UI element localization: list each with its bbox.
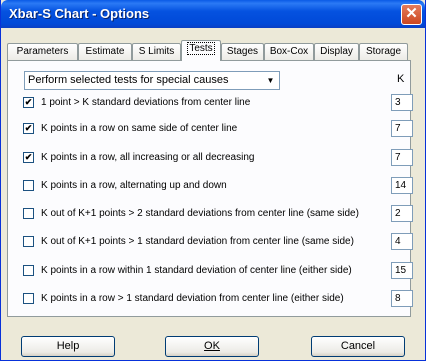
tab-tests[interactable]: Tests [181,40,221,61]
help-button[interactable]: Help [21,336,115,357]
test-row: K points in a row within 1 standard devi… [23,262,415,281]
close-icon: ✕ [405,5,418,22]
test-row: K out of K+1 points > 2 standard deviati… [23,205,415,224]
test-label[interactable]: K points in a row, alternating up and do… [41,180,227,191]
k-value-input[interactable]: 4 [391,233,413,250]
k-value-input[interactable]: 3 [391,94,413,111]
test-checkbox[interactable] [23,293,34,304]
tab-storage[interactable]: Storage [359,43,408,60]
title-bar[interactable]: Xbar-S Chart - Options ✕ [1,0,425,28]
tab-stages[interactable]: Stages [221,43,264,60]
test-checkbox[interactable] [23,180,34,191]
close-button[interactable]: ✕ [401,4,422,25]
tab-parameters[interactable]: Parameters [7,43,78,60]
test-row: K points in a row on same side of center… [23,120,415,139]
window-title: Xbar-S Chart - Options [9,6,150,21]
test-row: K points in a row, all increasing or all… [23,149,415,168]
test-label[interactable]: K points in a row, all increasing or all… [41,152,254,163]
test-checkbox[interactable] [23,97,34,108]
test-mode-value: Perform selected tests for special cause… [28,74,229,86]
chevron-down-icon: ▼ [266,76,275,85]
test-mode-select[interactable]: Perform selected tests for special cause… [24,71,280,90]
test-row: K out of K+1 points > 1 standard deviati… [23,233,415,252]
tab-estimate[interactable]: Estimate [78,43,132,60]
k-value-input[interactable]: 7 [391,149,413,166]
test-checkbox[interactable] [23,208,34,219]
test-row: 1 point > K standard deviations from cen… [23,94,415,113]
ok-button[interactable]: OK [165,336,259,357]
k-column-header: K [397,73,405,85]
test-checkbox[interactable] [23,123,34,134]
k-value-input[interactable]: 2 [391,205,413,222]
tab-s-limits[interactable]: S Limits [132,43,181,60]
test-label[interactable]: K points in a row on same side of center… [41,123,237,134]
test-checkbox[interactable] [23,152,34,163]
k-value-input[interactable]: 15 [391,262,413,279]
k-value-input[interactable]: 7 [391,120,413,137]
tab-display[interactable]: Display [314,43,359,60]
options-dialog: Xbar-S Chart - Options ✕ Parameters Esti… [0,0,426,361]
test-label[interactable]: K points in a row within 1 standard devi… [41,265,352,276]
tab-box-cox[interactable]: Box-Cox [264,43,314,60]
test-row: K points in a row, alternating up and do… [23,177,415,196]
k-value-input[interactable]: 8 [391,290,413,307]
test-label[interactable]: K out of K+1 points > 2 standard deviati… [41,208,359,219]
test-row: K points in a row > 1 standard deviation… [23,290,415,309]
test-label[interactable]: 1 point > K standard deviations from cen… [41,97,250,108]
test-label[interactable]: K points in a row > 1 standard deviation… [41,293,344,304]
test-checkbox[interactable] [23,265,34,276]
cancel-button[interactable]: Cancel [311,336,405,357]
test-checkbox[interactable] [23,236,34,247]
ok-label: OK [204,340,220,352]
k-value-input[interactable]: 14 [391,177,413,194]
test-label[interactable]: K out of K+1 points > 1 standard deviati… [41,236,354,247]
